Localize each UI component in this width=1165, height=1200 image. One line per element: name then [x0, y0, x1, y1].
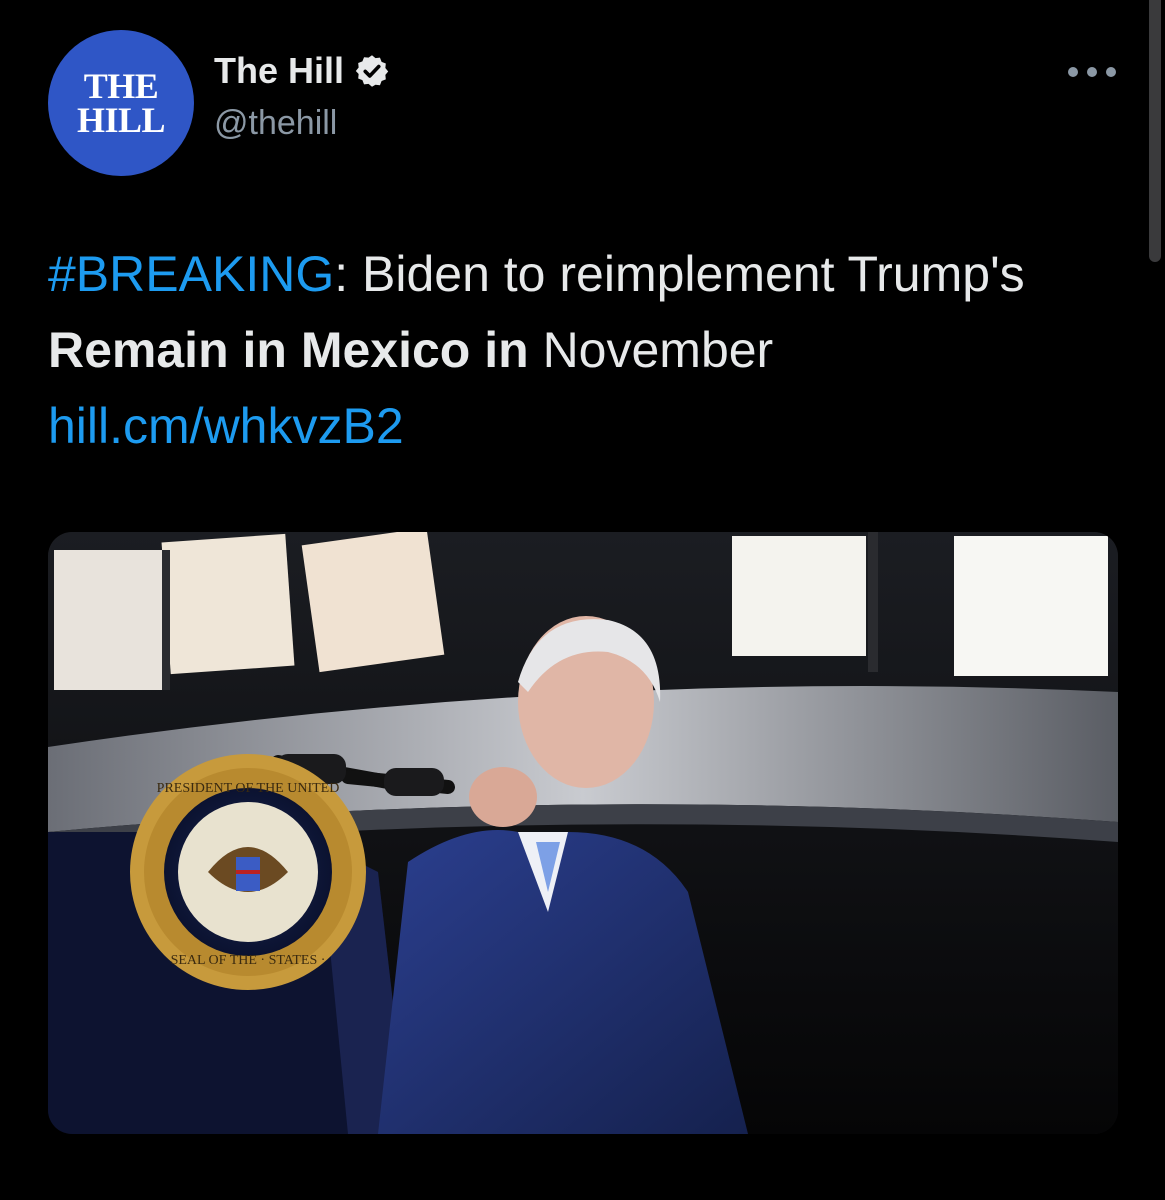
hashtag-link[interactable]: #BREAKING: [48, 246, 334, 302]
tweet-text-part1: Biden to reimplement Trump's: [348, 246, 1025, 302]
avatar-logo-line1: THE: [83, 66, 159, 106]
article-link[interactable]: hill.cm/whkvzB2: [48, 398, 404, 454]
studio-light: [954, 536, 1108, 676]
photo-illustration: PRESIDENT OF THE UNITED SEAL OF THE · ST…: [48, 532, 1118, 1134]
tweet-text-part2: November: [528, 322, 774, 378]
avatar[interactable]: THE HILL: [48, 30, 194, 176]
author-name-row: The Hill: [214, 50, 390, 92]
studio-light: [161, 533, 295, 675]
seal-ring-top-text: PRESIDENT OF THE UNITED: [157, 781, 340, 796]
author-name[interactable]: The Hill: [214, 50, 344, 92]
tweet-text: #BREAKING: Biden to reimplement Trump's …: [48, 236, 1128, 464]
tweet-media-photo[interactable]: PRESIDENT OF THE UNITED SEAL OF THE · ST…: [48, 532, 1118, 1134]
tweet-text-sep: :: [334, 246, 349, 302]
more-options-icon[interactable]: [1068, 62, 1116, 82]
tweet-text-bold: Remain in Mexico in: [48, 322, 529, 378]
seal-ring-bottom-text: SEAL OF THE · STATES ·: [171, 953, 326, 968]
avatar-logo-line2: HILL: [76, 100, 166, 140]
studio-light: [301, 532, 445, 673]
studio-light: [54, 550, 162, 690]
author-handle[interactable]: @thehill: [214, 104, 337, 143]
studio-light: [732, 536, 866, 656]
verified-badge-icon: [355, 55, 389, 87]
scrollbar[interactable]: [1149, 0, 1161, 262]
